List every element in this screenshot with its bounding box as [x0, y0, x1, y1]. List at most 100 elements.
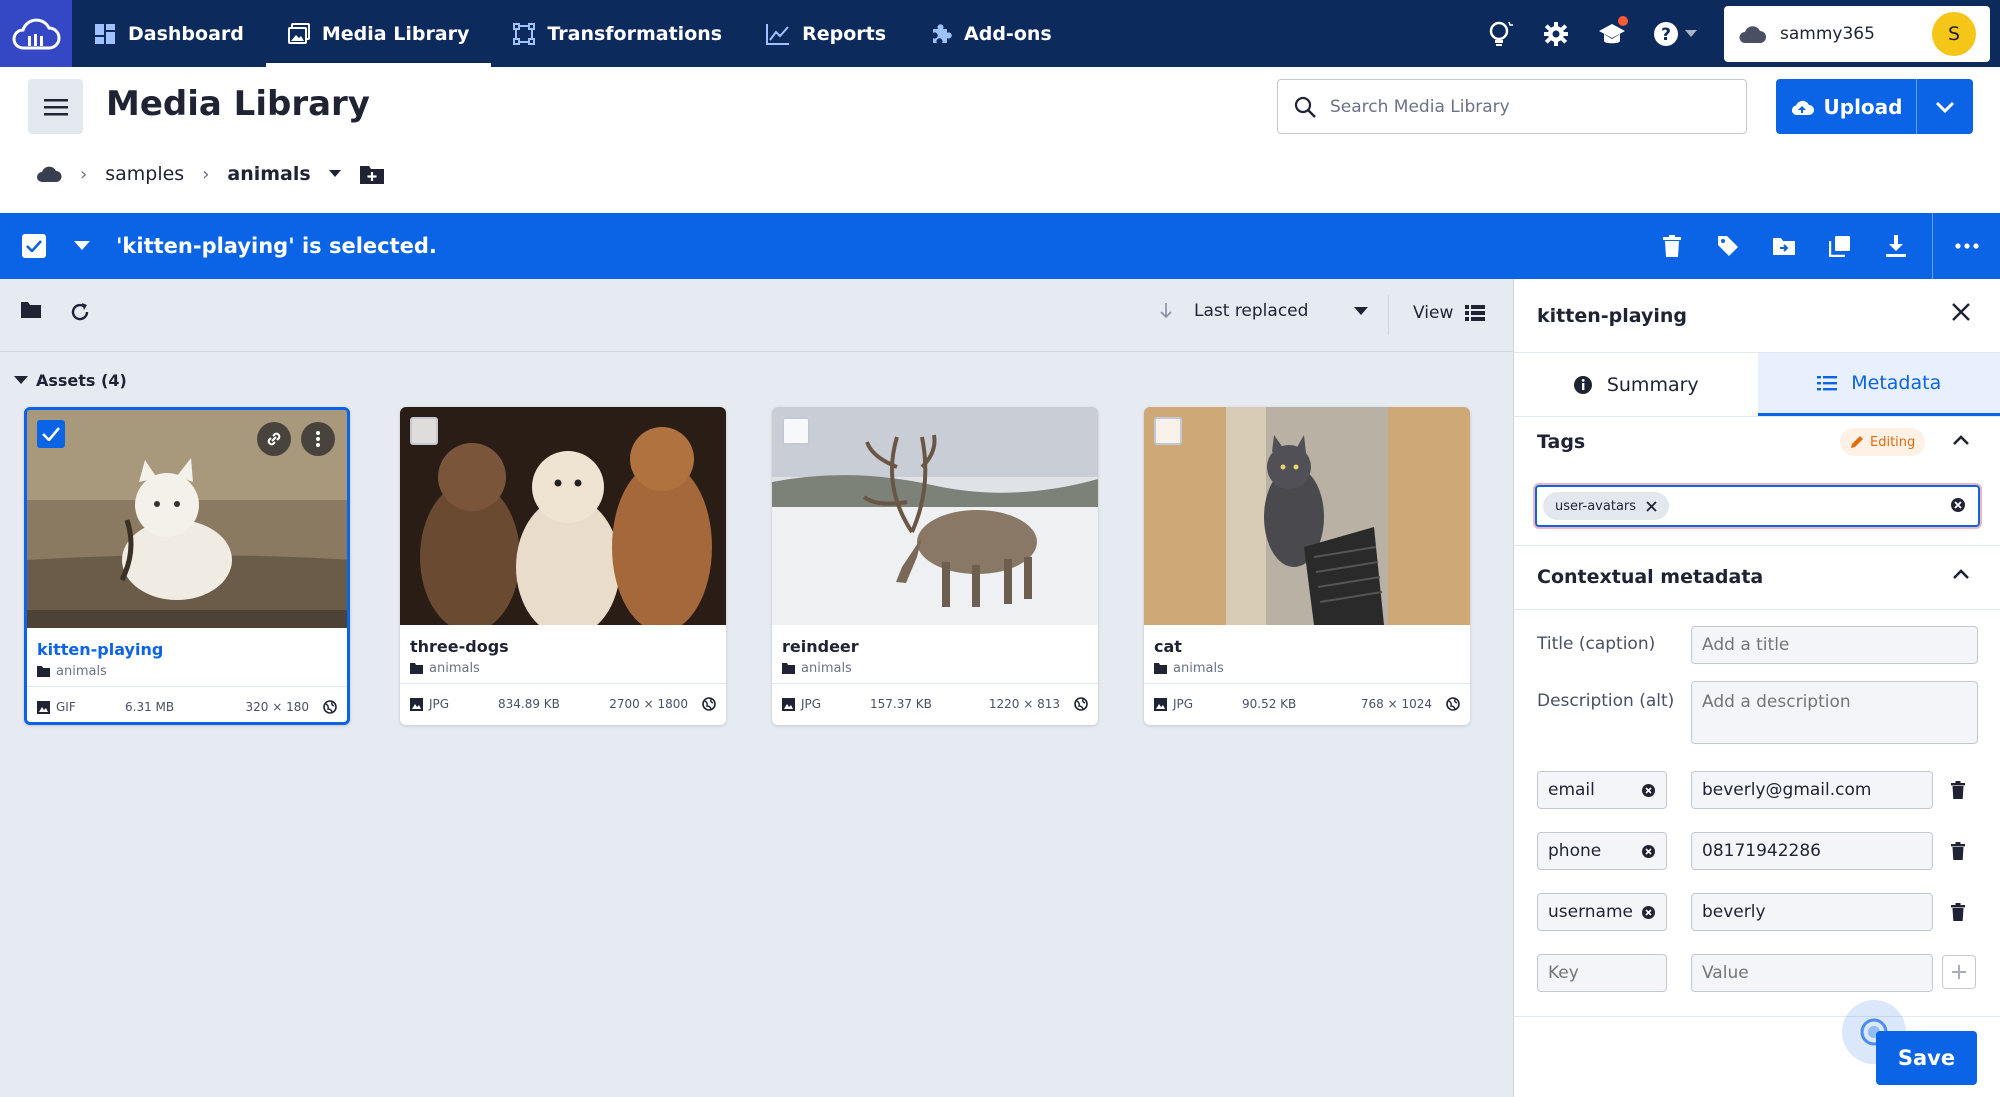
cloud-root-icon[interactable] [36, 165, 62, 183]
link-icon [265, 430, 283, 448]
view-label: View [1413, 303, 1454, 323]
chevron-up-icon[interactable] [1952, 569, 1970, 580]
asset-card-reindeer[interactable]: reindeer animals JPG 157.37 KB 1220 × 81… [772, 407, 1098, 725]
learning-button[interactable] [1584, 0, 1640, 67]
nav-dashboard[interactable]: Dashboard [72, 0, 266, 67]
asset-name[interactable]: kitten-playing [37, 640, 163, 659]
details-panel: kitten-playing Summary Metadata Tags Edi… [1513, 279, 2000, 1097]
svg-text:?: ? [1661, 25, 1671, 45]
breadcrumb-item-samples[interactable]: samples [105, 163, 184, 185]
breadcrumb-item-animals[interactable]: animals [227, 163, 310, 185]
sort-label: Last replaced [1194, 301, 1309, 321]
chevron-down-icon [1685, 29, 1697, 38]
nav-transformations[interactable]: Transformations [491, 0, 744, 67]
settings-button[interactable] [1528, 0, 1584, 67]
search-box[interactable] [1277, 79, 1747, 134]
asset-checkbox[interactable] [782, 417, 810, 445]
copy-link-button[interactable] [257, 422, 291, 456]
nav-add-ons[interactable]: Add-ons [908, 0, 1074, 67]
account-menu[interactable]: sammy365 S [1724, 5, 1990, 62]
globe-icon [702, 697, 716, 711]
metadata-key-field[interactable]: email [1537, 771, 1667, 809]
new-value-input[interactable] [1691, 954, 1933, 992]
sort-control[interactable]: Last replaced [1160, 301, 1369, 321]
selection-options-icon[interactable] [74, 241, 90, 251]
asset-name[interactable]: reindeer [782, 637, 859, 656]
save-button[interactable]: Save [1876, 1031, 1977, 1085]
card-divider [400, 683, 726, 684]
tag-button[interactable] [1700, 213, 1756, 279]
breadcrumb-separator: › [202, 163, 210, 185]
tags-input[interactable]: user-avatars [1535, 485, 1980, 527]
asset-dimensions: 320 × 180 [245, 700, 310, 714]
more-actions-button[interactable] [1932, 213, 2000, 279]
description-input[interactable] [1691, 681, 1978, 744]
chevron-up-icon[interactable] [1952, 435, 1970, 446]
metadata-list-icon [1817, 375, 1838, 391]
trash-icon[interactable] [1951, 842, 1965, 860]
new-folder-icon[interactable] [359, 163, 385, 185]
asset-checkbox[interactable] [410, 417, 438, 445]
asset-card-three-dogs[interactable]: three-dogs animals JPG 834.89 KB 2700 × … [400, 407, 726, 725]
asset-menu-button[interactable] [301, 422, 335, 456]
metadata-value-field[interactable]: beverly [1691, 893, 1933, 931]
reports-icon [766, 23, 790, 45]
metadata-value-field[interactable]: beverly@gmail.com [1691, 771, 1933, 809]
menu-toggle-button[interactable] [28, 79, 83, 134]
delete-button[interactable] [1644, 213, 1700, 279]
asset-name[interactable]: cat [1154, 637, 1182, 656]
asset-checkbox[interactable] [37, 420, 65, 448]
asset-card-cat[interactable]: cat animals JPG 90.52 KB 768 × 1024 [1144, 407, 1470, 725]
help-button[interactable]: ? [1640, 0, 1710, 67]
clear-tags-icon[interactable] [1950, 497, 1966, 513]
upload-button[interactable]: Upload [1776, 79, 1917, 134]
grid-toolbar: Last replaced View [0, 279, 1513, 352]
asset-name[interactable]: three-dogs [410, 637, 509, 656]
nav-media-library[interactable]: Media Library [265, 0, 492, 67]
close-icon[interactable] [1952, 303, 1970, 321]
search-input[interactable] [1330, 96, 1730, 117]
ideas-button[interactable] [1472, 0, 1528, 67]
view-toggle[interactable]: View [1413, 303, 1486, 323]
remove-tag-icon[interactable] [1646, 500, 1657, 512]
asset-format: JPG [410, 697, 498, 711]
caret-down-icon[interactable] [328, 170, 341, 178]
cloudinary-logo[interactable] [0, 0, 72, 67]
asset-folder-name: animals [429, 661, 480, 676]
refresh-icon[interactable] [69, 301, 91, 323]
select-all-checkbox[interactable] [22, 234, 46, 258]
metadata-key-field[interactable]: phone [1537, 832, 1667, 870]
asset-size: 834.89 KB [498, 697, 560, 711]
panel-tabs: Summary Metadata [1514, 352, 2000, 417]
move-button[interactable] [1756, 213, 1812, 279]
asset-checkbox[interactable] [1154, 417, 1182, 445]
copy-button[interactable] [1812, 213, 1868, 279]
download-button[interactable] [1868, 213, 1924, 279]
clear-key-icon[interactable] [1641, 783, 1656, 798]
metadata-value-field[interactable]: 08171942286 [1691, 832, 1933, 870]
caret-down-icon [14, 376, 28, 385]
globe-icon [323, 700, 337, 714]
trash-icon[interactable] [1951, 781, 1965, 799]
clear-key-icon[interactable] [1641, 844, 1656, 859]
title-input[interactable] [1691, 626, 1978, 664]
tab-metadata[interactable]: Metadata [1757, 353, 2000, 416]
new-key-input[interactable] [1537, 954, 1667, 992]
trash-icon[interactable] [1951, 903, 1965, 921]
image-icon [1154, 697, 1167, 711]
lightbulb-icon [1487, 20, 1513, 48]
sort-direction-icon[interactable] [1160, 303, 1172, 319]
metadata-key-field[interactable]: username [1537, 893, 1667, 931]
clear-key-icon[interactable] [1641, 905, 1656, 920]
globe-icon [1446, 697, 1460, 711]
image-icon [37, 700, 50, 714]
upload-options-button[interactable] [1917, 79, 1973, 134]
assets-section-toggle[interactable]: Assets (4) [14, 371, 127, 390]
tab-summary[interactable]: Summary [1514, 353, 1758, 416]
folder-icon[interactable] [20, 301, 42, 319]
nav-reports[interactable]: Reports [744, 0, 908, 67]
asset-card-kitten-playing[interactable]: kitten-playing animals GIF 6.31 MB 320 ×… [24, 407, 350, 725]
add-pair-button[interactable] [1942, 955, 1976, 989]
plus-icon [1951, 964, 1967, 980]
contextual-metadata-header: Contextual metadata [1537, 566, 1764, 588]
